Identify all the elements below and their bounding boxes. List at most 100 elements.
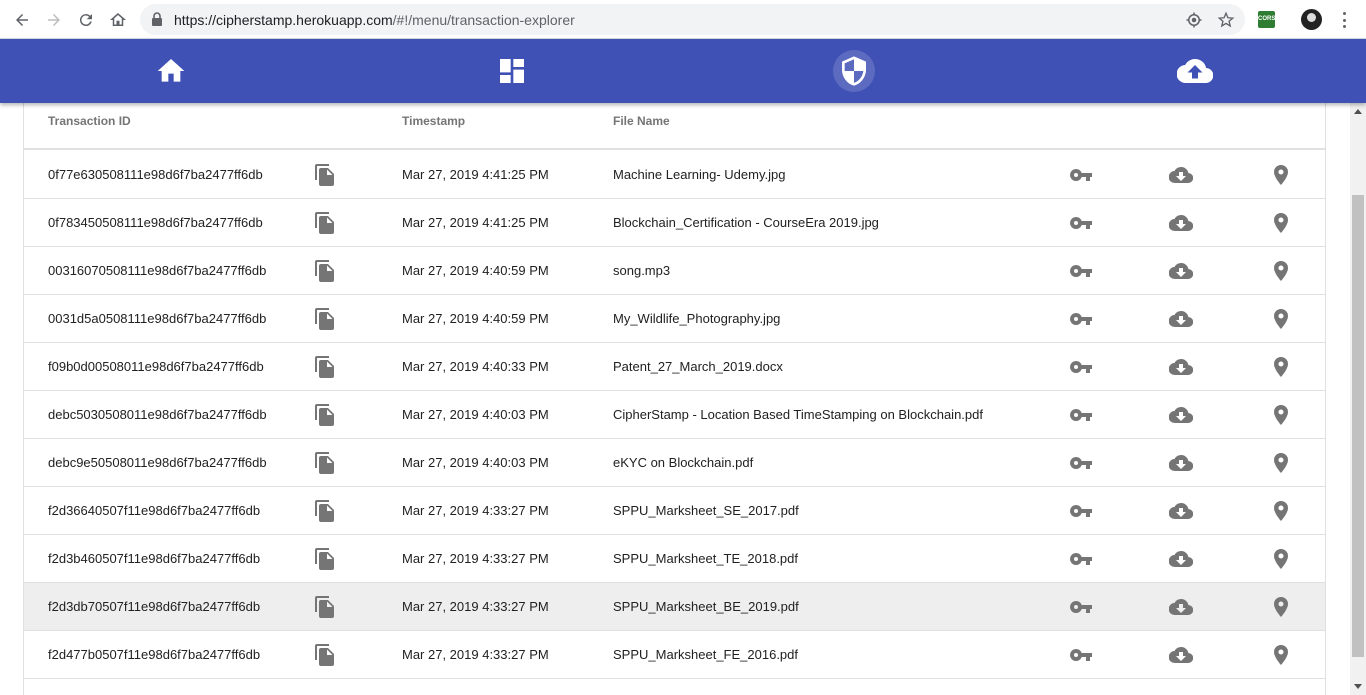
table-row[interactable]: 0f783450508111e98d6f7ba2477ff6db Mar 27, …: [24, 199, 1325, 247]
download-button[interactable]: [1168, 211, 1194, 235]
cors-extension-icon[interactable]: CORS: [1258, 11, 1275, 28]
view-key-button[interactable]: [1069, 307, 1093, 331]
download-button[interactable]: [1168, 403, 1194, 427]
browser-menu-button[interactable]: [1336, 11, 1352, 29]
view-key-button[interactable]: [1069, 643, 1093, 667]
home-icon: [157, 59, 185, 82]
location-button[interactable]: [1269, 355, 1293, 379]
view-key-button[interactable]: [1069, 355, 1093, 379]
address-bar[interactable]: https://cipherstamp.herokuapp.com/#!/men…: [140, 4, 1245, 35]
home-browser-button[interactable]: [106, 8, 130, 32]
table-row[interactable]: 0031d5a0508111e98d6f7ba2477ff6db Mar 27, …: [24, 295, 1325, 343]
vertical-scrollbar[interactable]: [1350, 103, 1366, 695]
view-key-button[interactable]: [1069, 451, 1093, 475]
copy-icon: [315, 308, 334, 330]
view-key-button[interactable]: [1069, 547, 1093, 571]
nav-home-button[interactable]: [150, 50, 192, 92]
table-row[interactable]: f2d477b0507f11e98d6f7ba2477ff6db Mar 27, …: [24, 631, 1325, 679]
back-button[interactable]: [10, 8, 34, 32]
copy-button[interactable]: [313, 595, 337, 619]
header-timestamp[interactable]: Timestamp: [402, 114, 465, 128]
location-button[interactable]: [1269, 595, 1293, 619]
bookmark-star-icon[interactable]: [1217, 11, 1235, 29]
scroll-thumb[interactable]: [1352, 195, 1364, 657]
forward-button[interactable]: [42, 8, 66, 32]
table-row[interactable]: f2d3b460507f11e98d6f7ba2477ff6db Mar 27, …: [24, 535, 1325, 583]
nav-upload-button[interactable]: [1174, 50, 1216, 92]
location-pin-icon: [1274, 309, 1288, 329]
transaction-id-cell: debc9e50508011e98d6f7ba2477ff6db: [48, 455, 267, 470]
download-button[interactable]: [1168, 451, 1194, 475]
copy-button[interactable]: [313, 451, 337, 475]
transaction-id-cell: f2d3b460507f11e98d6f7ba2477ff6db: [48, 551, 261, 566]
download-button[interactable]: [1168, 499, 1194, 523]
table-row[interactable]: debc9e50508011e98d6f7ba2477ff6db Mar 27, …: [24, 439, 1325, 487]
table-row[interactable]: f09b0d00508011e98d6f7ba2477ff6db Mar 27, …: [24, 343, 1325, 391]
copy-button[interactable]: [313, 499, 337, 523]
copy-button[interactable]: [313, 259, 337, 283]
location-button[interactable]: [1269, 403, 1293, 427]
cloud-download-icon: [1168, 598, 1194, 616]
copy-icon: [315, 212, 334, 234]
table-row[interactable]: 00316070508111e98d6f7ba2477ff6db Mar 27, …: [24, 247, 1325, 295]
view-key-button[interactable]: [1069, 403, 1093, 427]
copy-button[interactable]: [313, 547, 337, 571]
location-button[interactable]: [1269, 211, 1293, 235]
copy-button[interactable]: [313, 403, 337, 427]
copy-button[interactable]: [313, 643, 337, 667]
nav-dashboard-button[interactable]: [491, 50, 533, 92]
header-transaction-id[interactable]: Transaction ID: [48, 114, 131, 128]
location-button[interactable]: [1269, 499, 1293, 523]
location-pin-icon: [1274, 261, 1288, 281]
download-button[interactable]: [1168, 643, 1194, 667]
file-name-cell: eKYC on Blockchain.pdf: [613, 455, 754, 470]
profile-avatar[interactable]: [1301, 9, 1322, 30]
download-button[interactable]: [1168, 307, 1194, 331]
transaction-explorer: Transaction ID Timestamp File Name 0f77e…: [0, 103, 1350, 695]
location-button[interactable]: [1269, 547, 1293, 571]
location-button[interactable]: [1269, 307, 1293, 331]
timestamp-cell: Mar 27, 2019 4:40:03 PM: [402, 407, 549, 422]
view-key-button[interactable]: [1069, 211, 1093, 235]
transactions-table: Transaction ID Timestamp File Name 0f77e…: [23, 103, 1326, 695]
file-name-cell: Machine Learning- Udemy.jpg: [613, 167, 786, 182]
reload-button[interactable]: [74, 8, 98, 32]
copy-button[interactable]: [313, 307, 337, 331]
download-button[interactable]: [1168, 259, 1194, 283]
table-row[interactable]: f2d36640507f11e98d6f7ba2477ff6db Mar 27, …: [24, 487, 1325, 535]
download-button[interactable]: [1168, 163, 1194, 187]
scroll-up-arrow[interactable]: [1354, 109, 1362, 114]
location-button[interactable]: [1269, 643, 1293, 667]
table-header: Transaction ID Timestamp File Name: [24, 103, 1325, 150]
scroll-down-arrow[interactable]: [1354, 684, 1362, 689]
nav-security-button[interactable]: [833, 50, 875, 92]
timestamp-cell: Mar 27, 2019 4:40:59 PM: [402, 311, 549, 326]
timestamp-cell: Mar 27, 2019 4:40:33 PM: [402, 359, 549, 374]
table-row[interactable]: debc5030508011e98d6f7ba2477ff6db Mar 27, …: [24, 391, 1325, 439]
copy-icon: [315, 596, 334, 618]
location-button[interactable]: [1269, 163, 1293, 187]
copy-button[interactable]: [313, 163, 337, 187]
download-button[interactable]: [1168, 547, 1194, 571]
copy-icon: [315, 404, 334, 426]
location-button[interactable]: [1269, 259, 1293, 283]
cloud-download-icon: [1168, 310, 1194, 328]
view-key-button[interactable]: [1069, 499, 1093, 523]
url-text[interactable]: https://cipherstamp.herokuapp.com/#!/men…: [174, 12, 575, 28]
location-target-icon[interactable]: [1185, 11, 1203, 29]
view-key-button[interactable]: [1069, 163, 1093, 187]
view-key-button[interactable]: [1069, 259, 1093, 283]
key-icon: [1070, 505, 1092, 517]
download-button[interactable]: [1168, 355, 1194, 379]
download-button[interactable]: [1168, 595, 1194, 619]
header-file-name[interactable]: File Name: [613, 114, 670, 128]
file-name-cell: Patent_27_March_2019.docx: [613, 359, 783, 374]
location-button[interactable]: [1269, 451, 1293, 475]
location-pin-icon: [1274, 165, 1288, 185]
copy-button[interactable]: [313, 211, 337, 235]
view-key-button[interactable]: [1069, 595, 1093, 619]
home-outline-icon: [110, 13, 126, 26]
table-row[interactable]: f2d3db70507f11e98d6f7ba2477ff6db Mar 27, …: [24, 583, 1325, 631]
table-row[interactable]: 0f77e630508111e98d6f7ba2477ff6db Mar 27, …: [24, 151, 1325, 199]
copy-button[interactable]: [313, 355, 337, 379]
